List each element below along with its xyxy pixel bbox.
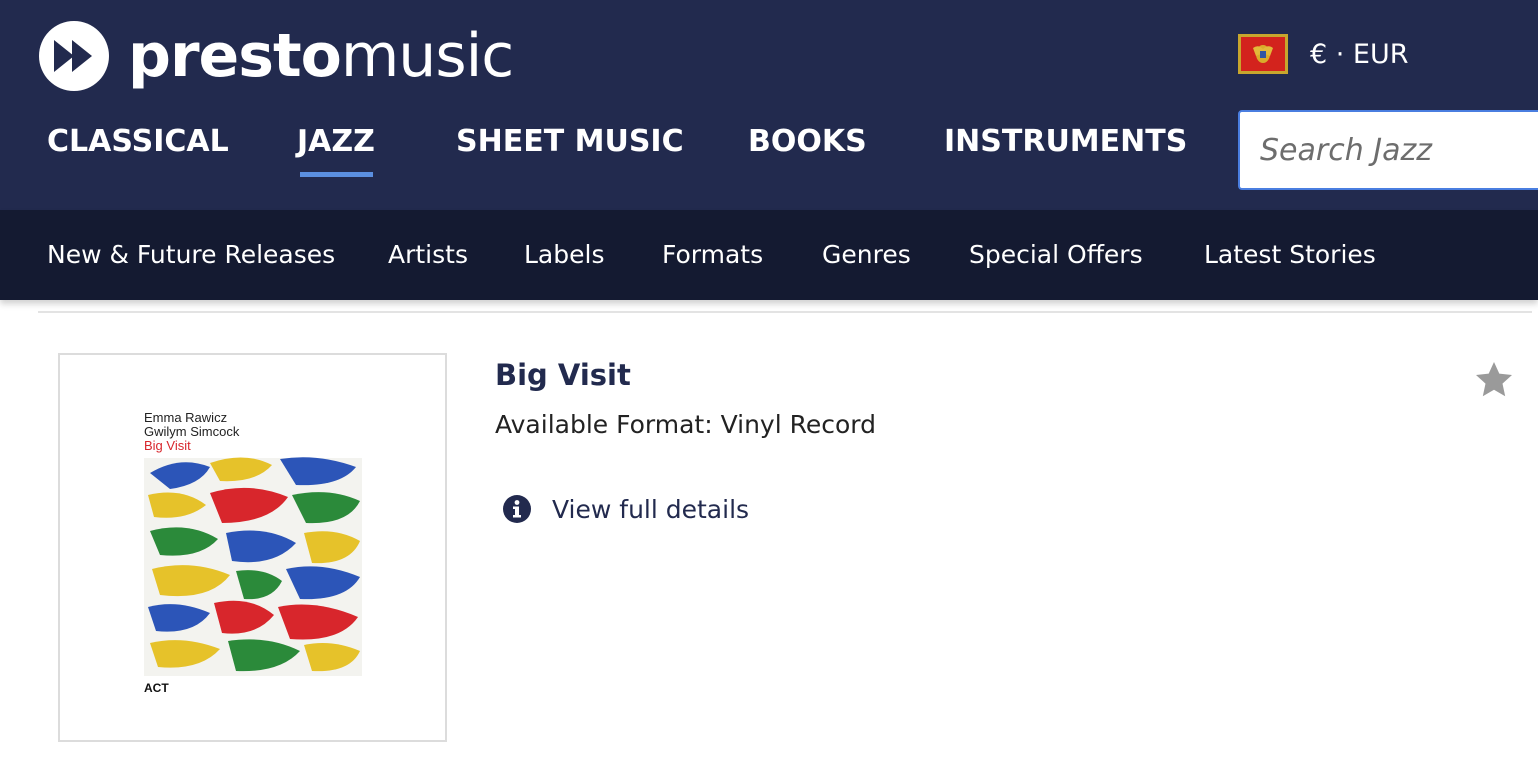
sub-nav-genres[interactable]: Genres bbox=[822, 240, 911, 269]
presto-music-logo[interactable]: prestomusic bbox=[38, 16, 514, 96]
play-forward-logo-icon bbox=[39, 21, 109, 91]
cover-title: Big Visit bbox=[144, 438, 191, 453]
album-cover[interactable]: Emma Rawicz Gwilym Simcock Big Visit ACT bbox=[58, 353, 447, 742]
main-nav: CLASSICAL JAZZ SHEET MUSIC BOOKS INSTRUM… bbox=[0, 124, 1230, 184]
cover-artist-1: Emma Rawicz bbox=[144, 410, 228, 425]
top-header: prestomusic € · EUR CLASSICAL JAZZ SHEET… bbox=[0, 0, 1538, 210]
sub-nav-formats[interactable]: Formats bbox=[662, 240, 763, 269]
star-icon[interactable] bbox=[1474, 360, 1514, 400]
sub-nav-special-offers[interactable]: Special Offers bbox=[969, 240, 1143, 269]
currency-label: € · EUR bbox=[1310, 38, 1409, 70]
locale-selector[interactable]: € · EUR bbox=[1238, 34, 1409, 74]
main-nav-classical[interactable]: CLASSICAL bbox=[47, 124, 229, 159]
search-input[interactable] bbox=[1260, 112, 1538, 188]
logo-wordmark: prestomusic bbox=[128, 21, 514, 91]
search-box bbox=[1238, 110, 1538, 190]
sub-nav-artists[interactable]: Artists bbox=[388, 240, 468, 269]
product-title[interactable]: Big Visit bbox=[495, 358, 631, 392]
main-nav-sheet-music[interactable]: SHEET MUSIC bbox=[456, 124, 684, 159]
sub-nav: New & Future Releases Artists Labels For… bbox=[0, 210, 1538, 300]
product-format: Available Format: Vinyl Record bbox=[495, 410, 876, 439]
sub-nav-labels[interactable]: Labels bbox=[524, 240, 604, 269]
album-cover-artwork bbox=[144, 457, 362, 676]
content-divider bbox=[38, 311, 1532, 313]
main-nav-jazz[interactable]: JAZZ bbox=[297, 124, 375, 177]
cover-label: ACT bbox=[144, 681, 169, 695]
view-full-details-label: View full details bbox=[552, 494, 750, 524]
sub-nav-new-future-releases[interactable]: New & Future Releases bbox=[47, 240, 335, 269]
view-full-details-link[interactable]: View full details bbox=[502, 494, 749, 524]
main-nav-books[interactable]: BOOKS bbox=[748, 124, 867, 159]
info-icon bbox=[503, 495, 531, 523]
sub-nav-latest-stories[interactable]: Latest Stories bbox=[1204, 240, 1376, 269]
main-nav-instruments[interactable]: INSTRUMENTS bbox=[944, 124, 1187, 159]
cover-artist-2: Gwilym Simcock bbox=[144, 424, 240, 439]
montenegro-flag-icon bbox=[1238, 34, 1288, 74]
